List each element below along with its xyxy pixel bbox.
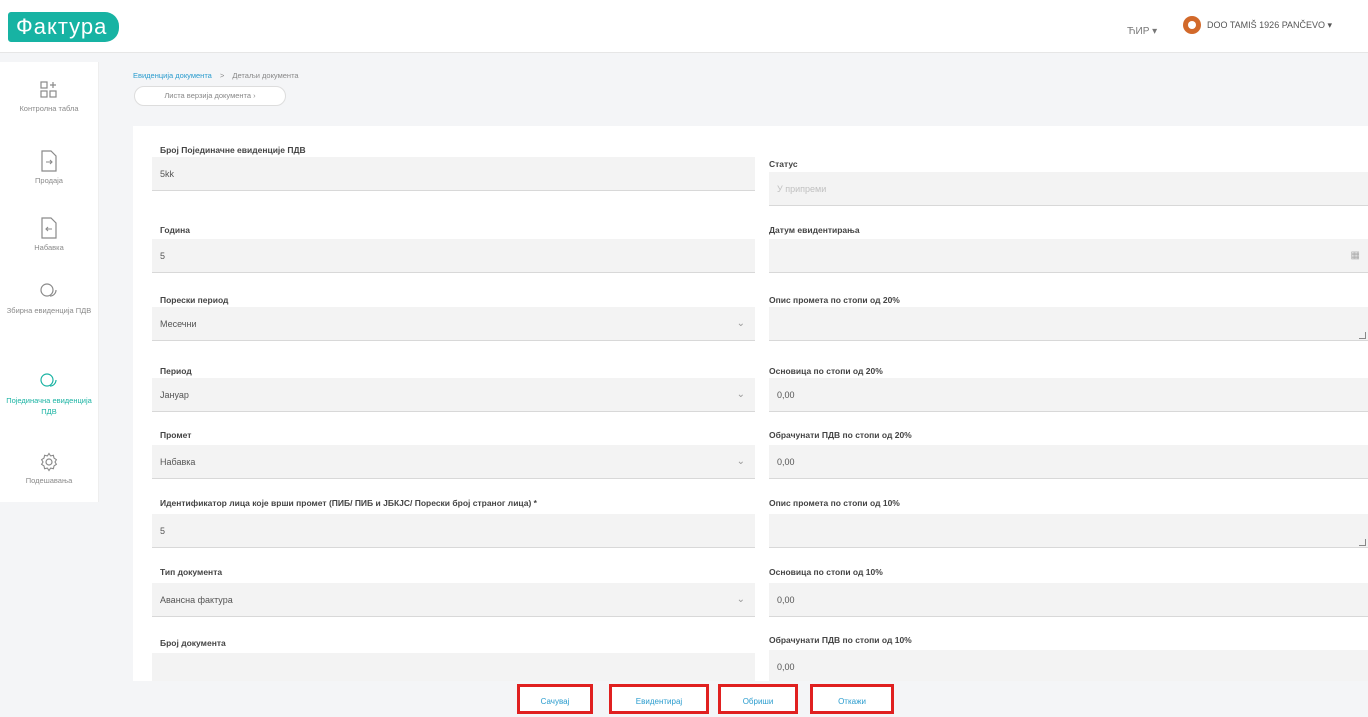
description-20-textarea[interactable] [769,307,1368,341]
base-20-input[interactable]: 0,00 [769,378,1368,412]
field-label: Порески период [160,295,229,305]
supplier-identifier-input[interactable]: 5 [152,514,755,548]
chevron-down-icon: ⌄ [736,456,745,467]
record-number-input[interactable]: 5kk [152,157,755,191]
sidebar-item-label: Подешавања [25,476,73,485]
form-panel: Број Појединачне евиденције ПДВ 5kk Годи… [133,126,1368,681]
language-selector[interactable]: ЋИР ▾ [1127,26,1157,37]
sidebar-item-dashboard[interactable]: Контролна табла [0,80,98,114]
sidebar-item-settings[interactable]: Подешавања [0,452,98,486]
field-label: Датум евидентирања [769,225,860,235]
company-name: DOO TAMIŠ 1926 PANČEVO ▾ [1207,19,1333,30]
status-input[interactable]: У припреми [769,172,1368,206]
chat-icon [40,283,57,297]
document-out-icon [41,150,57,172]
breadcrumb-separator: > [219,71,225,80]
vat-20-input[interactable]: 0,00 [769,445,1368,479]
top-bar: Фактура ЋИР ▾ DOO TAMIŠ 1926 PANČEVO ▾ [0,0,1368,53]
dashboard-icon [40,81,57,98]
field-label: Опис промета по стопи од 10% [769,498,900,508]
breadcrumb: Евиденција документа > Детаљи документа [133,71,299,80]
chevron-down-icon: ⌄ [736,594,745,605]
period-select[interactable]: Јануар ⌄ [152,378,755,412]
field-label: Број документа [160,638,226,648]
document-versions-button[interactable]: Листа верзија документа › [134,86,286,106]
select-value: Набавка [160,457,196,467]
field-label: Година [160,225,190,235]
field-label: Идентификатор лица које врши промет (ПИБ… [160,498,537,508]
chat-icon [40,373,57,387]
field-label: Обрачунати ПДВ по стопи од 20% [769,430,912,440]
sidebar-item-summary-vat[interactable]: Збирна евиденција ПДВ [0,282,98,316]
sidebar: Контролна табла Продаја Набавка Збирна е… [0,62,99,502]
year-input[interactable]: 5 [152,239,755,273]
gear-icon [40,452,58,472]
turnover-select[interactable]: Набавка ⌄ [152,445,755,479]
sidebar-item-label: Контролна табла [19,104,79,113]
breadcrumb-link[interactable]: Евиденција документа [133,71,212,80]
calendar-icon[interactable]: ▦ [1351,239,1360,273]
tax-period-select[interactable]: Месечни ⌄ [152,307,755,341]
description-10-textarea[interactable] [769,514,1368,548]
company-logo-icon [1183,16,1201,34]
delete-button[interactable]: Обриши [718,684,798,714]
company-selector[interactable]: DOO TAMIŠ 1926 PANČEVO ▾ [1183,16,1332,34]
sidebar-item-label: Набавка [34,243,64,252]
base-10-input[interactable]: 0,00 [769,583,1368,617]
field-label: Период [160,366,192,376]
field-label: Основица по стопи од 10% [769,567,883,577]
chevron-down-icon: ⌄ [736,389,745,400]
document-type-select[interactable]: Авансна фактура ⌄ [152,583,755,617]
field-label: Обрачунати ПДВ по стопи од 10% [769,635,912,645]
field-label: Тип документа [160,567,223,577]
resize-handle-icon[interactable] [1359,539,1366,546]
record-button[interactable]: Евидентирај [609,684,709,714]
document-number-input[interactable] [152,653,755,681]
breadcrumb-current: Детаљи документа [232,71,299,80]
sidebar-item-label: Продаја [35,176,63,185]
select-value: Месечни [160,319,197,329]
field-label: Статус [769,159,798,169]
sidebar-item-label: Збирна евиденција ПДВ [6,306,92,315]
record-date-input[interactable]: ▦ [769,239,1368,273]
document-in-icon [41,217,57,239]
vat-10-input[interactable]: 0,00 [769,650,1368,681]
select-value: Авансна фактура [160,595,233,605]
sidebar-item-purchase[interactable]: Набавка [0,217,98,253]
field-label: Опис промета по стопи од 20% [769,295,900,305]
sidebar-item-sales[interactable]: Продаја [0,150,98,186]
app-logo[interactable]: Фактура [8,12,120,42]
field-label: Промет [160,430,192,440]
sidebar-item-individual-vat[interactable]: Појединачна евиденција ПДВ [0,372,98,417]
chevron-down-icon: ⌄ [736,318,745,329]
sidebar-item-label: Појединачна евиденција ПДВ [6,396,92,416]
field-label: Основица по стопи од 20% [769,366,883,376]
resize-handle-icon[interactable] [1359,332,1366,339]
cancel-button[interactable]: Откажи [810,684,894,714]
save-button[interactable]: Сачувај [517,684,593,714]
select-value: Јануар [160,390,189,400]
field-label: Број Појединачне евиденције ПДВ [160,145,306,155]
